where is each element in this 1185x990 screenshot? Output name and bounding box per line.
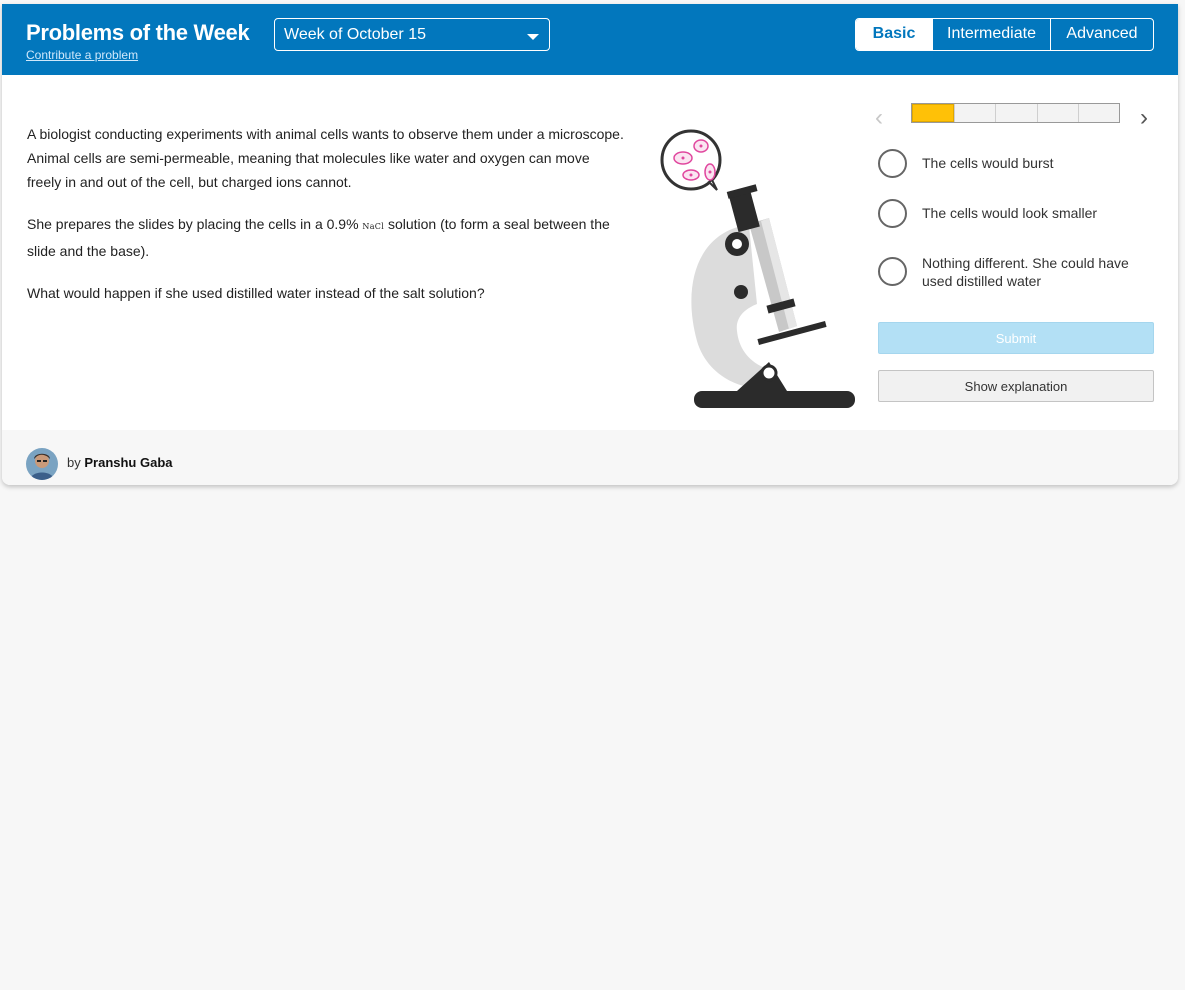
- paragraph-2-start: She prepares the slides by placing the c…: [27, 216, 363, 232]
- level-tabs: Basic Intermediate Advanced: [855, 18, 1154, 51]
- progress-segment[interactable]: [1077, 104, 1120, 122]
- author-avatar-image: [26, 448, 58, 480]
- tab-intermediate[interactable]: Intermediate: [932, 19, 1050, 50]
- week-select[interactable]: Week of October 15: [274, 18, 550, 51]
- problem-paragraph-1: A biologist conducting experiments with …: [27, 126, 624, 190]
- author-name[interactable]: Pranshu Gaba: [84, 455, 172, 470]
- next-arrow-icon[interactable]: ›: [1140, 104, 1160, 131]
- problem-card: Problems of the Week Contribute a proble…: [2, 4, 1178, 485]
- chevron-down-icon: [527, 34, 539, 40]
- tab-advanced[interactable]: Advanced: [1050, 19, 1153, 50]
- progress-bar: [911, 103, 1120, 123]
- answer-option-3[interactable]: Nothing different. She could have used d…: [878, 255, 1158, 293]
- progress-segment[interactable]: [1036, 104, 1078, 122]
- radio-button[interactable]: [878, 199, 907, 228]
- cells-bubble: [660, 129, 722, 191]
- answer-option-1[interactable]: The cells would burst: [878, 149, 1158, 179]
- answer-label: Nothing different. She could have used d…: [922, 255, 1129, 289]
- radio-button[interactable]: [878, 149, 907, 178]
- nacl-formula: NaCl: [362, 222, 385, 231]
- byline-prefix: by: [67, 455, 81, 470]
- submit-button[interactable]: Submit: [878, 322, 1154, 354]
- progress-segment[interactable]: [995, 104, 1037, 122]
- previous-arrow-icon[interactable]: ‹: [875, 104, 895, 131]
- page-title: Problems of the Week: [26, 20, 250, 45]
- progress-segment-current[interactable]: [912, 104, 955, 122]
- header-bar: Problems of the Week Contribute a proble…: [2, 4, 1178, 75]
- radio-button[interactable]: [878, 257, 907, 286]
- avatar[interactable]: [26, 448, 58, 480]
- problem-text: A biologist conducting experiments with …: [27, 122, 627, 323]
- contribute-link[interactable]: Contribute a problem: [26, 48, 138, 62]
- problem-question: What would happen if she used distilled …: [27, 285, 485, 301]
- problem-paragraph-2: She prepares the slides by placing the c…: [27, 212, 627, 263]
- microscope-illustration: [660, 129, 855, 408]
- byline: by Pranshu Gaba: [67, 455, 173, 470]
- tab-basic[interactable]: Basic: [856, 19, 932, 50]
- answer-label: The cells would look smaller: [922, 205, 1098, 221]
- show-explanation-button[interactable]: Show explanation: [878, 370, 1154, 402]
- answer-label: The cells would burst: [922, 155, 1054, 171]
- author-footer: by Pranshu Gaba: [2, 430, 1178, 485]
- progress-segment[interactable]: [954, 104, 996, 122]
- week-select-value: Week of October 15: [284, 26, 426, 43]
- answer-option-2[interactable]: The cells would look smaller: [878, 199, 1158, 229]
